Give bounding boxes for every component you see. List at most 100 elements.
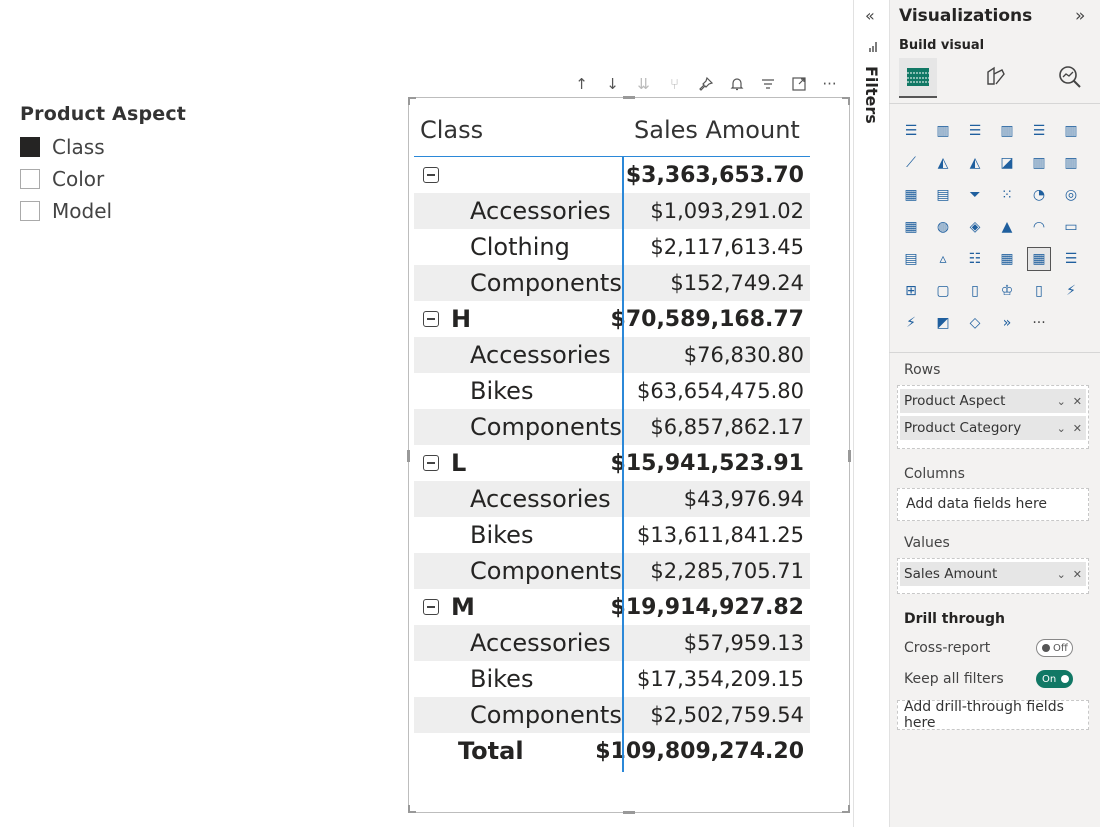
pin-icon[interactable] xyxy=(690,72,721,96)
funnel-icon[interactable]: ⏷ xyxy=(963,183,987,207)
table-icon[interactable]: ▦ xyxy=(995,247,1019,271)
slicer-option-color[interactable]: Color xyxy=(20,163,186,195)
filled-map-icon[interactable]: ◈ xyxy=(963,215,987,239)
area-icon[interactable]: ◭ xyxy=(931,151,955,175)
drill-through-well[interactable]: Add drill-through fields here xyxy=(897,699,1089,731)
treemap-icon[interactable]: ▦ xyxy=(899,215,923,239)
cross-report-toggle[interactable]: Off xyxy=(1036,639,1073,657)
stacked-column-icon[interactable]: ▥ xyxy=(931,119,955,143)
field-sales-amount[interactable]: Sales Amount ⌄ ✕ xyxy=(900,562,1086,586)
field-controls[interactable]: ⌄ ✕ xyxy=(1057,395,1082,408)
drill-through-placeholder[interactable]: Add drill-through fields here xyxy=(898,699,1088,731)
column-header-class[interactable]: Class xyxy=(414,116,630,144)
group-label: H xyxy=(451,305,472,333)
analytics-tab[interactable] xyxy=(1051,58,1089,96)
gauge-icon[interactable]: ◠ xyxy=(1027,215,1051,239)
matrix-table: Class Sales Amount $3,363,653.70 Accesso… xyxy=(414,104,810,769)
kpi-icon[interactable]: ▵ xyxy=(931,247,955,271)
collapse-chevron-icon[interactable]: » xyxy=(1075,6,1085,26)
resize-handle[interactable] xyxy=(848,805,850,813)
field-controls[interactable]: ⌄ ✕ xyxy=(1057,568,1082,581)
clustered-column-icon[interactable]: ▥ xyxy=(995,119,1019,143)
filters-pane-collapsed[interactable] xyxy=(853,0,890,827)
power-automate-icon[interactable]: ⚡ xyxy=(899,311,923,335)
azure-map-icon[interactable]: ▲ xyxy=(995,215,1019,239)
field-label: Product Aspect xyxy=(904,393,1006,409)
drill-up-arrow-icon[interactable]: ↑ xyxy=(566,72,597,96)
drill-down-arrow-icon[interactable]: ↓ xyxy=(597,72,628,96)
narrative-icon[interactable]: ▯ xyxy=(963,279,987,303)
field-product-aspect[interactable]: Product Aspect ⌄ ✕ xyxy=(900,389,1086,413)
checkbox-icon[interactable] xyxy=(20,169,40,189)
waterfall-icon[interactable]: ▦ xyxy=(899,183,923,207)
decomposition-tree-icon[interactable]: ⊞ xyxy=(899,279,923,303)
qa-icon[interactable]: ▢ xyxy=(931,279,955,303)
power-apps-icon[interactable]: ⚡ xyxy=(1059,279,1083,303)
diamond-visual-icon[interactable]: ◇ xyxy=(963,311,987,335)
pie-icon[interactable]: ◔ xyxy=(1027,183,1051,207)
multi-card-icon[interactable]: ▤ xyxy=(899,247,923,271)
columns-well[interactable]: Add data fields here xyxy=(897,488,1089,521)
card-icon[interactable]: ▭ xyxy=(1059,215,1083,239)
focus-mode-icon[interactable] xyxy=(783,72,814,96)
slicer-option-class[interactable]: Class xyxy=(20,131,186,163)
drill-through-label: Drill through xyxy=(904,611,1005,627)
ribbon-icon[interactable]: ◪ xyxy=(995,151,1019,175)
bell-alert-icon[interactable] xyxy=(721,72,752,96)
stacked-bar-icon[interactable]: ☰ xyxy=(899,119,923,143)
values-well[interactable]: Sales Amount ⌄ ✕ xyxy=(897,558,1089,594)
collapse-minus-icon[interactable] xyxy=(423,167,439,183)
resize-handle[interactable] xyxy=(848,97,850,105)
matrix-icon[interactable]: ▦ xyxy=(1027,247,1051,271)
slicer-icon[interactable]: ☷ xyxy=(963,247,987,271)
line-column-icon[interactable]: ▥ xyxy=(1027,151,1051,175)
100-column-icon[interactable]: ▥ xyxy=(1059,119,1083,143)
stacked-area-icon[interactable]: ◭ xyxy=(963,151,987,175)
resize-handle[interactable] xyxy=(408,97,410,105)
column-header-sales-amount[interactable]: Sales Amount xyxy=(630,116,810,144)
more-icon[interactable]: ··· xyxy=(1027,311,1051,335)
collapse-minus-icon[interactable] xyxy=(423,599,439,615)
field-product-category[interactable]: Product Category ⌄ ✕ xyxy=(900,416,1086,440)
keep-filters-toggle[interactable]: On xyxy=(1036,670,1073,688)
columns-placeholder[interactable]: Add data fields here xyxy=(898,489,1088,519)
funnel-like-icon[interactable]: ▤ xyxy=(931,183,955,207)
metrics-icon[interactable]: ♔ xyxy=(995,279,1019,303)
chevron-visual-icon[interactable]: » xyxy=(995,311,1019,335)
sales-value: $2,285,705.71 xyxy=(650,559,804,583)
resize-handle[interactable] xyxy=(408,805,410,813)
rows-well[interactable]: Product Aspect ⌄ ✕ Product Category ⌄ ✕ xyxy=(897,385,1089,449)
filter-icon[interactable] xyxy=(752,72,783,96)
line-icon[interactable]: ⟋ xyxy=(899,151,923,175)
more-options-icon[interactable]: ··· xyxy=(814,72,845,96)
checkbox-icon[interactable] xyxy=(20,201,40,221)
expand-chevron-icon[interactable]: « xyxy=(865,6,875,25)
field-label: Sales Amount xyxy=(904,566,998,582)
map-icon[interactable]: ◍ xyxy=(931,215,955,239)
category-label: Bikes xyxy=(470,665,534,693)
resize-handle[interactable] xyxy=(407,450,410,462)
donut-icon[interactable]: ◎ xyxy=(1059,183,1083,207)
collapse-minus-icon[interactable] xyxy=(423,455,439,471)
group-row: L $15,941,523.91 xyxy=(414,445,810,481)
resize-handle[interactable] xyxy=(848,450,851,462)
clustered-bar-icon[interactable]: ☰ xyxy=(963,119,987,143)
decomposition-list-icon[interactable]: ☰ xyxy=(1059,247,1083,271)
arcgis-icon[interactable]: ◩ xyxy=(931,311,955,335)
resize-handle[interactable] xyxy=(623,811,635,814)
scatter-icon[interactable]: ⁙ xyxy=(995,183,1019,207)
paginated-icon[interactable]: ▯ xyxy=(1027,279,1051,303)
field-controls[interactable]: ⌄ ✕ xyxy=(1057,422,1082,435)
build-visual-tab[interactable] xyxy=(899,58,937,98)
collapse-minus-icon[interactable] xyxy=(423,311,439,327)
category-label: Components xyxy=(470,557,622,585)
go-to-next-level-icon[interactable]: ⇊ xyxy=(628,72,659,96)
100-bar-icon[interactable]: ☰ xyxy=(1027,119,1051,143)
expand-all-down-icon[interactable]: ⑂ xyxy=(659,72,690,96)
filters-label[interactable]: Filters xyxy=(862,66,881,124)
checkbox-checked-icon[interactable] xyxy=(20,137,40,157)
resize-handle[interactable] xyxy=(623,96,635,99)
slicer-option-model[interactable]: Model xyxy=(20,195,186,227)
line-stacked-column-icon[interactable]: ▥ xyxy=(1059,151,1083,175)
format-visual-tab[interactable] xyxy=(976,58,1014,96)
